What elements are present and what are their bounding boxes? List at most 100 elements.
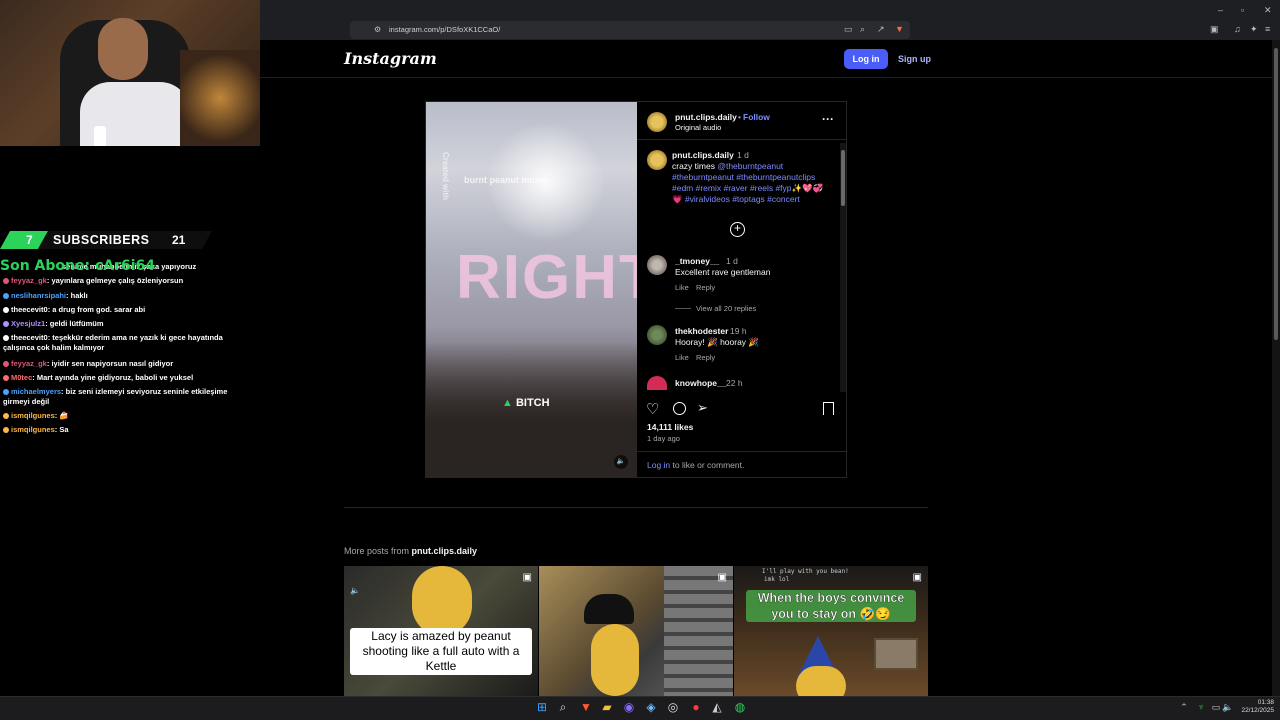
replies-line [675, 308, 691, 309]
mute-icon[interactable]: 🔈 [614, 455, 628, 469]
extensions-icon[interactable]: ✦ [1250, 24, 1258, 35]
more-post-thumb[interactable]: I'll play with you bean! imk lol When th… [734, 566, 928, 696]
windows-start-icon[interactable]: ⊞ [535, 700, 549, 714]
chat-username[interactable]: ismqilgunes [11, 425, 55, 434]
chat-text: Sa [59, 425, 69, 434]
follow-button[interactable]: Follow [743, 112, 770, 122]
more-posts-username[interactable]: pnut.clips.daily [412, 546, 478, 556]
caption-mention[interactable]: @theburntpeanut [717, 161, 783, 171]
app-icon[interactable]: ◭ [710, 700, 724, 714]
post-video[interactable]: burnt peanut music Created with RIGHT ▲ … [426, 102, 637, 477]
tray-app-icon[interactable]: ♆ [1194, 700, 1208, 714]
caption-hashtags-3[interactable]: 💗 #viralvideos #toptags #concert [672, 194, 800, 205]
page-scrollbar-thumb[interactable] [1274, 48, 1278, 340]
chat-username[interactable]: theecevit0 [11, 333, 48, 342]
caption-username[interactable]: pnut.clips.daily [672, 150, 734, 160]
search-icon[interactable]: ⌕ [556, 700, 570, 714]
chat-text: a drug from god. sarar abi [52, 305, 146, 314]
url-text: instagram.com/p/DSfoXK1CCaO/ [389, 25, 501, 34]
video-overlay-credit: Created with [441, 152, 450, 201]
chat-username[interactable]: feyyaz_gk [11, 359, 47, 368]
save-bookmark-icon[interactable] [823, 402, 834, 415]
comment-reply-button[interactable]: Reply [696, 283, 715, 292]
avatar[interactable] [647, 325, 667, 345]
chat-message: feyyaz_gk: yayınlara gelmeye çalış özlen… [3, 276, 243, 286]
avatar[interactable] [647, 376, 667, 390]
menu-icon[interactable]: ≡ [1265, 24, 1270, 34]
reader-view-icon[interactable]: ▭ [844, 24, 853, 35]
login-prompt-text: to like or comment. [670, 460, 745, 470]
chat-username[interactable]: theecevit0 [11, 305, 48, 314]
chat-username[interactable]: neslihanrsipahi [11, 291, 66, 300]
minimize-icon[interactable]: – [1218, 5, 1223, 15]
comment-like-button[interactable]: Like [675, 283, 689, 292]
last-subscriber: Son Abone: cAr6i64 [0, 258, 156, 274]
caption-hashtags-2[interactable]: #edm #remix #raver #reels #fyp✨💖💞 [672, 183, 823, 194]
share-icon[interactable]: ↗ [877, 24, 885, 35]
site-info-icon[interactable]: ⚙ [374, 25, 381, 34]
more-post-thumb[interactable]: ▣ [539, 566, 733, 696]
comment-username[interactable]: thekhodester [675, 326, 728, 336]
chat-badge-icon [3, 278, 9, 285]
video-overlay-big: RIGHT [456, 243, 637, 312]
login-button[interactable]: Log in [844, 49, 888, 69]
avatar[interactable] [647, 150, 667, 170]
avatar[interactable] [647, 112, 667, 132]
sidebar-toggle-icon[interactable]: ▣ [1210, 24, 1219, 35]
brave-browser-icon[interactable]: ▼ [579, 700, 593, 714]
whatsapp-icon[interactable]: ◍ [733, 700, 747, 714]
chat-username[interactable]: ismqilgunes [11, 411, 55, 420]
post-username[interactable]: pnut.clips.daily [675, 112, 737, 122]
chat-username[interactable]: Xyesjulz1 [11, 319, 45, 328]
chat-username[interactable]: michaelmyers [11, 387, 61, 396]
chat-badge-icon [3, 389, 9, 396]
load-more-icon[interactable]: + [730, 222, 745, 237]
comment-text: Hooray! 🎉 hooray 🎉 [675, 337, 760, 347]
volume-tray-icon[interactable]: 🔈 [1221, 700, 1235, 714]
restore-icon[interactable]: ▫ [1241, 5, 1244, 15]
obs-icon[interactable]: ◎ [666, 700, 680, 714]
tray-chevron-icon[interactable]: ⌃ [1177, 700, 1191, 714]
chat-username[interactable]: feyyaz_gk [11, 276, 47, 285]
chat-message: theecevit0: teşekkür ederim ama ne yazık… [3, 333, 243, 353]
thumb-chat-2: imk lol [764, 576, 790, 583]
chat-text: geldi lütfümüm [49, 319, 104, 328]
volume-icon: 🔈 [350, 586, 360, 595]
taskbar [0, 696, 1280, 720]
audio-label[interactable]: Original audio [675, 123, 721, 132]
more-post-thumb[interactable]: Lacy is amazed by peanut shooting like a… [344, 566, 538, 696]
more-options-icon[interactable]: ··· [822, 112, 834, 126]
comments-scrollbar-thumb[interactable] [841, 150, 845, 206]
comment-reply-button[interactable]: Reply [696, 353, 715, 362]
like-heart-icon[interactable]: ♡ [646, 400, 659, 418]
signup-link[interactable]: Sign up [898, 54, 931, 64]
clock-time: 01:38 [1257, 699, 1274, 706]
instagram-logo[interactable]: Instagram [344, 49, 437, 68]
opera-icon[interactable]: ● [689, 700, 703, 714]
panel-divider [637, 139, 846, 140]
likes-count[interactable]: 14,111 likes [647, 422, 693, 432]
file-explorer-icon[interactable]: ▰ [600, 700, 614, 714]
discord-icon[interactable]: ◉ [622, 700, 636, 714]
view-replies-button[interactable]: View all 20 replies [696, 304, 756, 313]
caption-hashtags-1[interactable]: #theburntpeanut #theburntpeanutclips [672, 172, 815, 182]
login-prompt-link[interactable]: Log in [647, 460, 670, 470]
media-icon[interactable]: ♫ [1234, 24, 1241, 34]
comment-time: 19 h [730, 326, 747, 336]
comment-username[interactable]: _tmoney__ [675, 256, 719, 266]
chat-text: iyidir sen napiyorsun nasıl gidiyor [51, 359, 174, 368]
chat-badge-icon [3, 375, 9, 382]
clock[interactable]: 01:38 22/12/2025 [1240, 699, 1274, 715]
chat-username[interactable]: M0tec [11, 373, 32, 382]
chat-message: michaelmyers: biz seni izlemeyi seviyoru… [3, 387, 243, 407]
comment-like-button[interactable]: Like [675, 353, 689, 362]
share-send-icon[interactable]: ➢ [697, 400, 708, 416]
avatar[interactable] [647, 255, 667, 275]
comment-username[interactable]: knowhope__ [675, 378, 726, 388]
zoom-icon[interactable]: ⌕ [860, 24, 865, 35]
brave-shield-icon[interactable]: ▼ [895, 24, 904, 34]
reel-icon: ▣ [912, 572, 922, 583]
steam-icon[interactable]: ◈ [644, 700, 658, 714]
comment-bubble-icon[interactable] [673, 402, 686, 415]
close-icon[interactable]: ✕ [1264, 5, 1272, 16]
